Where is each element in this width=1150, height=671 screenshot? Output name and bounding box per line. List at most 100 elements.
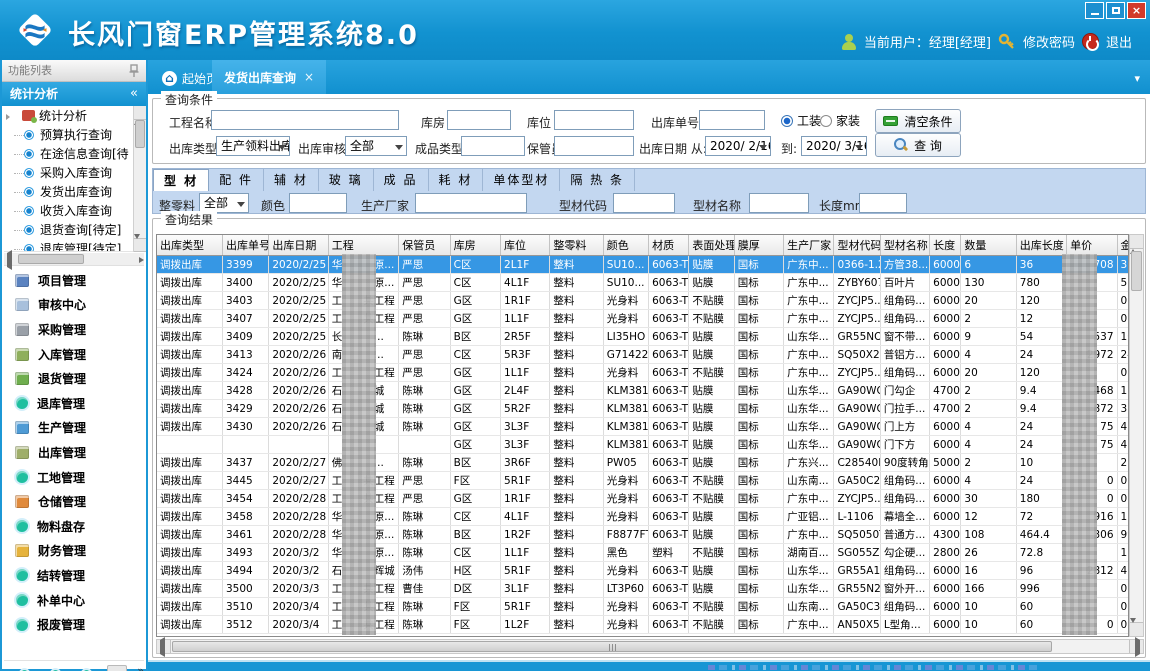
sidebar-group-purchase-mgmt[interactable]: 采购管理 bbox=[4, 317, 144, 342]
scroll-right-icon[interactable] bbox=[1135, 637, 1140, 657]
profile-code-input[interactable] bbox=[613, 193, 675, 213]
tree-item[interactable]: 预算执行查询 bbox=[4, 126, 144, 145]
column-header[interactable]: 金 bbox=[1117, 235, 1129, 256]
tree-horizontal-scrollbar[interactable] bbox=[4, 253, 144, 266]
column-header[interactable]: 出库长度 bbox=[1016, 235, 1066, 256]
date-from-select[interactable]: 2020/ 2/16 bbox=[705, 136, 771, 156]
search-button[interactable]: 查 询 bbox=[875, 133, 961, 157]
radio-gongzhuang[interactable]: 工装 bbox=[781, 112, 821, 129]
table-row[interactable]: 调拨出库34002020/2/25华 原...严思C区4L1F整料SU10...… bbox=[157, 274, 1129, 292]
overflow-chevron-icon[interactable]: »▾ bbox=[137, 665, 144, 671]
table-row[interactable]: 调拨出库34242020/2/26工 工程严思G区1L1F整料光身料6063-T… bbox=[157, 364, 1129, 382]
table-row[interactable]: 调拨出库34072020/2/25工 共工程严思G区1L1F整料光身料6063-… bbox=[157, 310, 1129, 328]
tabbar-dropdown-icon[interactable]: ▾ bbox=[1134, 72, 1140, 85]
table-row[interactable]: 调拨出库34092020/2/25长 ...陈琳B区2R5F整料LI35HO60… bbox=[157, 328, 1129, 346]
sidebar-group-inventory-count[interactable]: 物料盘存 bbox=[4, 514, 144, 539]
column-header[interactable]: 生产厂家 bbox=[784, 235, 834, 256]
column-header[interactable]: 颜色 bbox=[603, 235, 648, 256]
date-to-select[interactable]: 2020/ 3/16 bbox=[801, 136, 867, 156]
pin-icon[interactable] bbox=[128, 64, 140, 78]
table-row[interactable]: 调拨出库34582020/2/28华 原...陈琳C区4L1F整料光身料6063… bbox=[157, 508, 1129, 526]
maximize-button[interactable] bbox=[1106, 2, 1125, 19]
tree-item[interactable]: 发货出库查询 bbox=[4, 183, 144, 202]
subtab-5[interactable]: 耗 材 bbox=[429, 169, 484, 191]
outbound-type-select[interactable]: 生产领料出库 bbox=[216, 136, 290, 156]
tree-item[interactable]: 退货查询[待定] bbox=[4, 221, 144, 240]
scrollbar-thumb[interactable] bbox=[172, 641, 1052, 652]
scroll-right-icon[interactable] bbox=[139, 257, 144, 263]
table-row[interactable]: 调拨出库34612020/2/28华 原...陈琳B区1R2F整料F8877FT… bbox=[157, 526, 1129, 544]
table-row[interactable]: 调拨出库34282020/2/26石 城陈琳G区2L4F整料KLM3817606… bbox=[157, 382, 1129, 400]
length-input[interactable] bbox=[859, 193, 907, 213]
table-row[interactable]: 调拨出库35122020/3/4工 共工程陈琳F区1L2F整料光身料6063-T… bbox=[157, 616, 1129, 634]
sidebar-group-production-mgmt[interactable]: 生产管理 bbox=[4, 416, 144, 441]
column-header[interactable]: 材质 bbox=[649, 235, 689, 256]
cart-panel-button[interactable] bbox=[107, 665, 127, 671]
table-row[interactable]: 调拨出库34292020/2/26石 城陈琳G区5R2F整料KLM3817606… bbox=[157, 400, 1129, 418]
project-name-input[interactable] bbox=[211, 110, 399, 130]
outbound-audit-select[interactable]: 全部 bbox=[345, 136, 407, 156]
subtab-3[interactable]: 玻 璃 bbox=[319, 169, 374, 191]
tree-root[interactable]: 统计分析 bbox=[4, 106, 144, 126]
clear-conditions-button[interactable]: 清空条件 bbox=[875, 109, 961, 133]
column-header[interactable]: 出库类型 bbox=[157, 235, 222, 256]
column-header[interactable]: 保管员 bbox=[399, 235, 450, 256]
subtab-0[interactable]: 型 材 bbox=[153, 169, 209, 191]
table-vertical-scrollbar[interactable] bbox=[1129, 234, 1144, 637]
sidebar-group-carryover-mgmt[interactable]: 结转管理 bbox=[4, 563, 144, 588]
column-header[interactable]: 出库单号 bbox=[222, 235, 268, 256]
tab-shipment-outbound-query[interactable]: 发货出库查询 × bbox=[212, 60, 326, 94]
subtab-6[interactable]: 单体型材 bbox=[483, 169, 560, 191]
sidebar-group-supplement-center[interactable]: 补单中心 bbox=[4, 588, 144, 613]
profile-name-input[interactable] bbox=[749, 193, 809, 213]
table-row[interactable]: 调拨出库34132020/2/26南 ...严思C区5R3F整料G7142260… bbox=[157, 346, 1129, 364]
close-button[interactable]: × bbox=[1127, 2, 1146, 19]
scroll-down-icon[interactable] bbox=[134, 234, 140, 253]
sidebar-group-audit-center[interactable]: 审核中心 bbox=[4, 293, 144, 318]
column-header[interactable]: 整零料 bbox=[550, 235, 603, 256]
tree-vertical-scrollbar[interactable] bbox=[133, 106, 146, 252]
whole-piece-select[interactable]: 全部 bbox=[199, 193, 249, 213]
column-header[interactable]: 表面处理 bbox=[689, 235, 734, 256]
collapse-icon[interactable]: « bbox=[130, 82, 138, 106]
sidebar-group-scrap-mgmt[interactable]: 报废管理 bbox=[4, 612, 144, 637]
column-header[interactable]: 出库日期 bbox=[269, 235, 328, 256]
column-header[interactable]: 工程 bbox=[328, 235, 399, 256]
subtab-2[interactable]: 辅 材 bbox=[264, 169, 319, 191]
radio-jiazhuang[interactable]: 家装 bbox=[820, 112, 860, 129]
scrollbar-thumb[interactable] bbox=[135, 120, 145, 148]
scroll-left-icon[interactable] bbox=[7, 250, 12, 270]
column-header[interactable]: 库位 bbox=[501, 235, 550, 256]
column-header[interactable]: 单价 bbox=[1067, 235, 1117, 256]
keeper-input[interactable] bbox=[554, 136, 634, 156]
table-row[interactable]: 调拨出库35102020/3/4工 共工程陈琳F区5R1F整料光身料6063-T… bbox=[157, 598, 1129, 616]
sidebar-group-finance-mgmt[interactable]: 财务管理 bbox=[4, 539, 144, 564]
scroll-left-icon[interactable] bbox=[160, 637, 165, 657]
column-header[interactable]: 数量 bbox=[961, 235, 1016, 256]
sidebar-group-return-store-mgmt[interactable]: 退库管理 bbox=[4, 391, 144, 416]
column-header[interactable]: 长度 bbox=[930, 235, 961, 256]
tab-close-icon[interactable]: × bbox=[304, 70, 314, 84]
column-header[interactable]: 膜厚 bbox=[734, 235, 783, 256]
sidebar-group-returns-mgmt[interactable]: 退货管理 bbox=[4, 366, 144, 391]
table-row[interactable]: 调拨出库34302020/2/26石 城陈琳G区3L3F整料KLM3817606… bbox=[157, 418, 1129, 436]
table-row[interactable]: 调拨出库34542020/2/28工 共工程严思G区1R1F整料光身料6063-… bbox=[157, 490, 1129, 508]
table-row[interactable]: 调拨出库34032020/2/25工 共工程严思G区1R1F整料光身料6063-… bbox=[157, 292, 1129, 310]
table-horizontal-scrollbar[interactable] bbox=[156, 639, 1144, 654]
sidebar-group-warehouse-mgmt[interactable]: 仓储管理 bbox=[4, 489, 144, 514]
color-input[interactable] bbox=[289, 193, 347, 213]
scrollbar-thumb[interactable] bbox=[18, 254, 84, 264]
column-header[interactable]: 型材名称 bbox=[880, 235, 929, 256]
table-row[interactable]: 调拨出库34452020/2/27工 共工程严思F区5R1F整料光身料6063-… bbox=[157, 472, 1129, 490]
sidebar-group-outbound-mgmt[interactable]: 出库管理 bbox=[4, 440, 144, 465]
product-type-input[interactable] bbox=[461, 136, 525, 156]
table-row[interactable]: 调拨出库35002020/3/3工 共工程曹佳D区3L1F整料LT3P60606… bbox=[157, 580, 1129, 598]
tree-item[interactable]: 退库管理[待定] bbox=[4, 240, 144, 252]
table-row[interactable]: 调拨出库34372020/2/27佛 ...陈琳B区3R6F整料PW056063… bbox=[157, 454, 1129, 472]
order-no-input[interactable] bbox=[699, 110, 765, 130]
tree-item[interactable]: 在途信息查询[待 bbox=[4, 145, 144, 164]
tree-item[interactable]: 收货入库查询 bbox=[4, 202, 144, 221]
scroll-down-icon[interactable] bbox=[1130, 618, 1136, 637]
column-header[interactable]: 库房 bbox=[450, 235, 500, 256]
logout-link[interactable]: 退出 bbox=[1106, 32, 1132, 51]
